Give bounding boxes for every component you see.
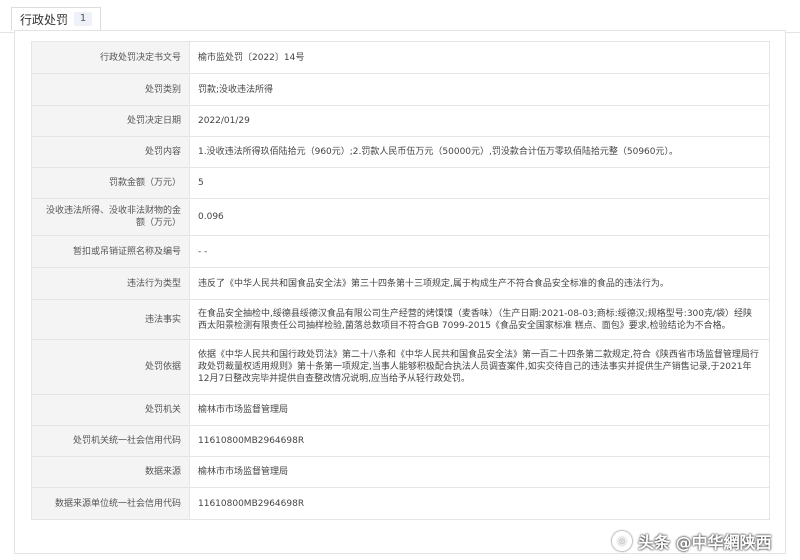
row-value: 5 [189,167,770,199]
row-value: - - [189,235,770,268]
row-value: 在食品安全抽检中,绥德县绥德汉食品有限公司生产经营的烤馍馍（麦香味）（生产日期:… [189,299,770,340]
row-value: 依据《中华人民共和国行政处罚法》第二十八条和《中华人民共和国食品安全法》第一百二… [189,339,770,395]
table-row: 处罚依据 依据《中华人民共和国行政处罚法》第二十八条和《中华人民共和国食品安全法… [31,339,770,395]
badge-logo-icon: ◎ [612,531,632,551]
table-row: 处罚机关统一社会信用代码 11610800MB2964698R [31,425,770,457]
row-value: 0.096 [189,198,770,236]
watermark-text: 头条 @中华網陕西 [638,533,772,552]
row-label: 处罚依据 [31,339,190,395]
row-value: 榆林市市场监督管理局 [189,456,770,488]
table-row: 处罚决定日期 2022/01/29 [31,105,770,137]
row-label: 处罚决定日期 [31,105,190,137]
table-row: 处罚机关 榆林市市场监督管理局 [31,394,770,426]
row-value: 1.没收违法所得玖佰陆拾元（960元）;2.罚款人民币伍万元（50000元）,罚… [189,136,770,168]
row-value: 违反了《中华人民共和国食品安全法》第三十四条第十三项规定,属于构成生产不符合食品… [189,267,770,300]
table-row: 没收违法所得、没收非法财物的金额（万元） 0.096 [31,198,770,236]
row-label: 违法事实 [31,299,190,340]
row-value: 11610800MB2964698R [189,425,770,457]
tab-count-badge: 1 [74,12,93,26]
tab-administrative-penalty[interactable]: 行政处罚 1 [11,7,102,31]
row-label: 数据来源单位统一社会信用代码 [31,487,190,520]
row-label: 处罚类别 [31,73,190,106]
row-label: 数据来源 [31,456,190,488]
watermark: ◎ 头条 @中华網陕西 [612,526,788,556]
row-value: 11610800MB2964698R [189,487,770,520]
row-label: 罚款金额（万元） [31,167,190,199]
row-value: 榆林市市场监督管理局 [189,394,770,426]
row-label: 处罚机关 [31,394,190,426]
table-row: 行政处罚决定书文号 榆市监处罚〔2022〕14号 [31,41,770,74]
row-label: 违法行为类型 [31,267,190,300]
table-row: 违法行为类型 违反了《中华人民共和国食品安全法》第三十四条第十三项规定,属于构成… [31,267,770,300]
table-row: 违法事实 在食品安全抽检中,绥德县绥德汉食品有限公司生产经营的烤馍馍（麦香味）（… [31,299,770,340]
penalty-detail-panel: 行政处罚决定书文号 榆市监处罚〔2022〕14号 处罚类别 罚款;没收违法所得 … [14,30,786,554]
table-row: 数据来源 榆林市市场监督管理局 [31,456,770,488]
table-row: 处罚类别 罚款;没收违法所得 [31,73,770,106]
row-label: 处罚内容 [31,136,190,168]
tab-bar: 行政处罚 1 [0,0,800,33]
tab-label: 行政处罚 [20,12,69,27]
table-row: 处罚内容 1.没收违法所得玖佰陆拾元（960元）;2.罚款人民币伍万元（5000… [31,136,770,168]
row-label: 行政处罚决定书文号 [31,41,190,74]
row-label: 处罚机关统一社会信用代码 [31,425,190,457]
penalty-info-table: 行政处罚决定书文号 榆市监处罚〔2022〕14号 处罚类别 罚款;没收违法所得 … [31,41,770,520]
row-value: 榆市监处罚〔2022〕14号 [189,41,770,74]
table-row: 罚款金额（万元） 5 [31,167,770,199]
row-value: 罚款;没收违法所得 [189,73,770,106]
row-value: 2022/01/29 [189,105,770,137]
table-row: 暂扣或吊销证照名称及编号 - - [31,235,770,268]
row-label: 暂扣或吊销证照名称及编号 [31,235,190,268]
table-row: 数据来源单位统一社会信用代码 11610800MB2964698R [31,487,770,520]
row-label: 没收违法所得、没收非法财物的金额（万元） [31,198,190,236]
